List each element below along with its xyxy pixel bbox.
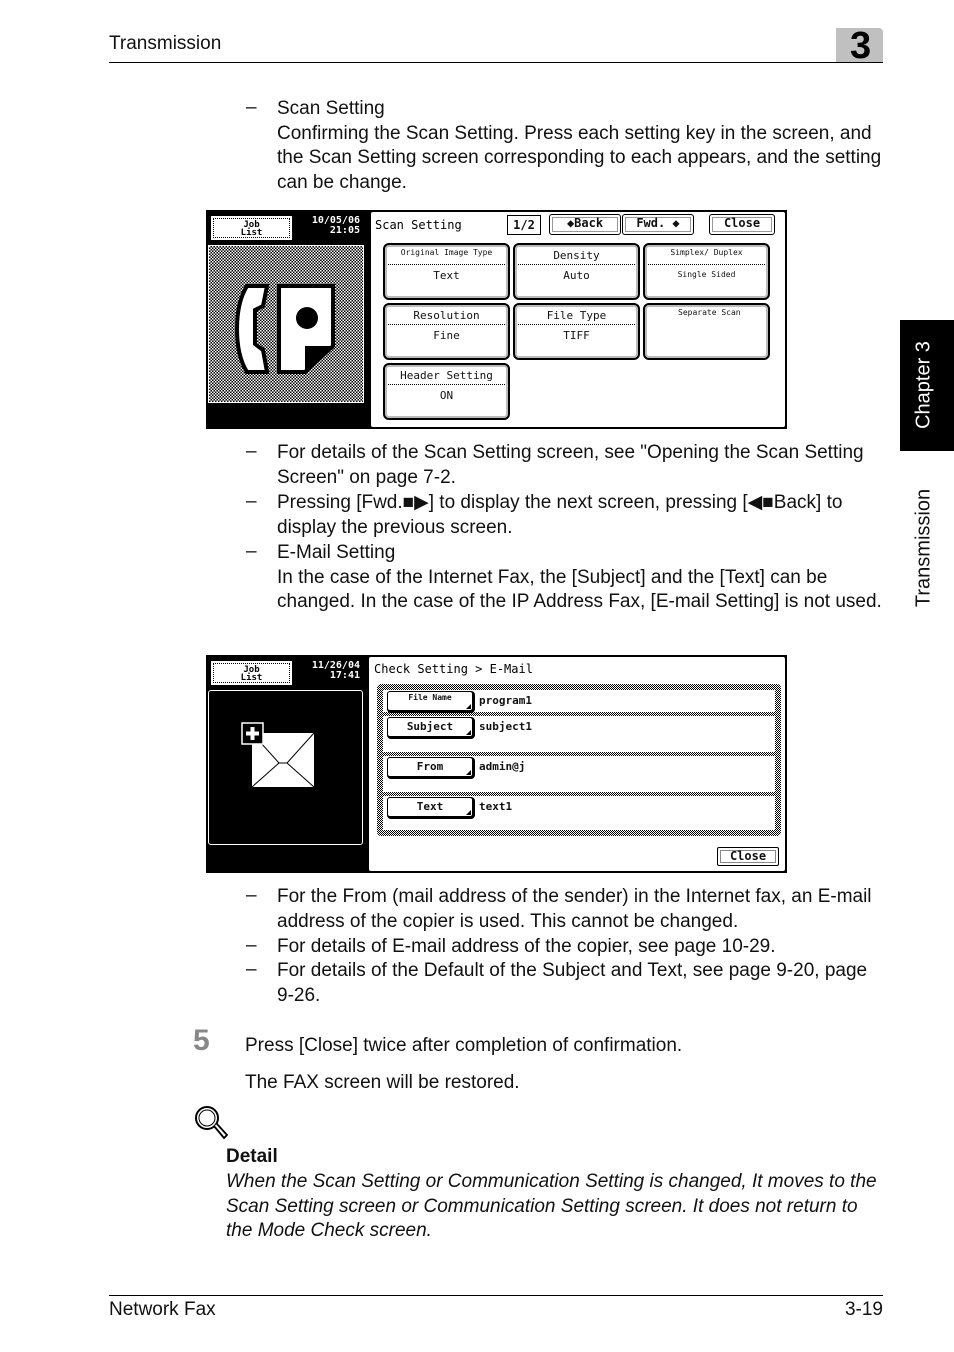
fax-phone-icon xyxy=(234,284,335,374)
bullet-dash: – xyxy=(246,541,257,562)
bullet-dash: – xyxy=(246,959,257,980)
key-label: Density xyxy=(518,247,635,265)
header-rule xyxy=(109,62,883,63)
email-setting-heading: E-Mail Setting xyxy=(277,542,396,563)
email-setting-body: In the case of the Internet Fax, the [Su… xyxy=(277,566,882,613)
subject-button[interactable]: Subject xyxy=(387,717,473,737)
email-row-from: From admin@j xyxy=(383,756,775,792)
email-note: For details of the Default of the Subjec… xyxy=(277,960,868,1006)
email-note: For the From (mail address of the sender… xyxy=(277,886,872,932)
bullet-dash: – xyxy=(246,97,257,118)
datetime: 10/05/06 21:05 xyxy=(294,216,360,236)
detail-heading: Detail xyxy=(226,1146,278,1167)
close-button[interactable]: Close xyxy=(717,847,779,866)
key-value: Text xyxy=(433,269,460,282)
footer-title: Network Fax xyxy=(109,1299,216,1320)
text-value: text1 xyxy=(479,800,513,813)
email-setting-panel: Check Setting > E-Mail File Name program… xyxy=(367,655,787,873)
key-value: Single Sided xyxy=(677,270,736,279)
email-fields-area: File Name program1 Subject subject1 From… xyxy=(377,684,781,836)
footer-rule xyxy=(109,1295,883,1296)
step-instruction: Press [Close] twice after completion of … xyxy=(245,1035,683,1056)
job-list-label-2: List xyxy=(240,228,263,238)
file-name-value: program1 xyxy=(479,694,532,707)
detail-text: When the Scan Setting or Communication S… xyxy=(226,1171,877,1242)
file-name-button[interactable]: File Name xyxy=(387,691,473,711)
resolution-key[interactable]: Resolution Fine xyxy=(383,303,510,360)
simplex-duplex-key[interactable]: Simplex/ Duplex Single Sided xyxy=(643,243,770,300)
email-setting-screen: Job List 11/26/04 17:41 Check Setting > … xyxy=(206,655,787,873)
scan-setting-panel: Scan Setting 1/2 ◆Back Fwd. ◆ Close Orig… xyxy=(369,210,787,429)
from-button[interactable]: From xyxy=(387,757,473,777)
job-list-button[interactable]: Job List xyxy=(211,216,292,240)
datetime: 11/26/04 17:41 xyxy=(294,661,360,681)
chapter-number: 3 xyxy=(850,25,872,67)
running-header-title: Transmission xyxy=(109,33,222,54)
chapter-side-tab-label: Chapter 3 xyxy=(912,341,935,429)
key-value: Auto xyxy=(563,269,590,282)
page-indicator: 1/2 xyxy=(507,215,541,235)
back-button[interactable]: ◆Back xyxy=(549,214,621,235)
job-list-label-2: List xyxy=(240,673,263,683)
envelope-add-icon xyxy=(241,722,315,788)
density-key[interactable]: Density Auto xyxy=(513,243,640,300)
file-type-key[interactable]: File Type TIFF xyxy=(513,303,640,360)
screen-title: Check Setting > E-Mail xyxy=(374,662,533,676)
page-number: 3-19 xyxy=(844,1299,883,1320)
time: 17:41 xyxy=(329,670,360,681)
key-value: TIFF xyxy=(563,329,590,342)
bullet-dash: – xyxy=(246,491,257,512)
status-panel: Job List 10/05/06 21:05 xyxy=(206,210,368,429)
key-label: Simplex/ Duplex xyxy=(648,247,765,265)
key-label: File Type xyxy=(518,307,635,325)
magnifier-icon xyxy=(195,1106,229,1140)
scan-setting-heading: Scan Setting xyxy=(277,98,385,119)
email-mode-panel xyxy=(208,690,363,845)
step-number: 5 xyxy=(193,1024,210,1057)
scan-note: For details of the Scan Setting screen, … xyxy=(277,442,864,488)
email-note: For details of E-mail address of the cop… xyxy=(277,936,776,957)
key-label: Header Setting xyxy=(388,367,505,385)
email-row-text: Text text1 xyxy=(383,796,775,830)
key-value: ON xyxy=(439,389,454,402)
key-value: Fine xyxy=(433,329,460,342)
subject-value: subject1 xyxy=(479,720,532,733)
fax-mode-panel xyxy=(208,245,364,403)
email-row-subject: Subject subject1 xyxy=(383,716,775,752)
scan-setting-body: Confirming the Scan Setting. Press each … xyxy=(277,122,882,194)
scan-note: Pressing [Fwd.■▶] to display the next sc… xyxy=(277,492,843,538)
scan-setting-screen: Job List 10/05/06 21:05 Scan Setting 1/2… xyxy=(206,210,787,429)
from-value: admin@j xyxy=(479,760,526,773)
header-setting-key[interactable]: Header Setting ON xyxy=(383,363,510,420)
section-side-label: Transmission xyxy=(912,488,935,608)
bullet-dash: – xyxy=(246,935,257,956)
text-button[interactable]: Text xyxy=(387,797,473,817)
bullet-dash: – xyxy=(246,441,257,462)
key-label: Original Image Type xyxy=(388,247,505,265)
email-row-file-name: File Name program1 xyxy=(383,690,775,712)
status-panel: Job List 11/26/04 17:41 xyxy=(206,655,368,873)
separate-scan-key[interactable]: Separate Scan xyxy=(643,303,770,360)
job-list-button[interactable]: Job List xyxy=(211,661,292,685)
close-button[interactable]: Close xyxy=(709,214,775,235)
step-result: The FAX screen will be restored. xyxy=(245,1072,520,1093)
screen-title: Scan Setting xyxy=(375,218,462,232)
forward-button[interactable]: Fwd. ◆ xyxy=(622,214,694,235)
key-label: Separate Scan xyxy=(678,308,741,317)
original-image-type-key[interactable]: Original Image Type Text xyxy=(383,243,510,300)
time: 21:05 xyxy=(329,225,360,236)
key-label: Resolution xyxy=(388,307,505,325)
bullet-dash: – xyxy=(246,885,257,906)
